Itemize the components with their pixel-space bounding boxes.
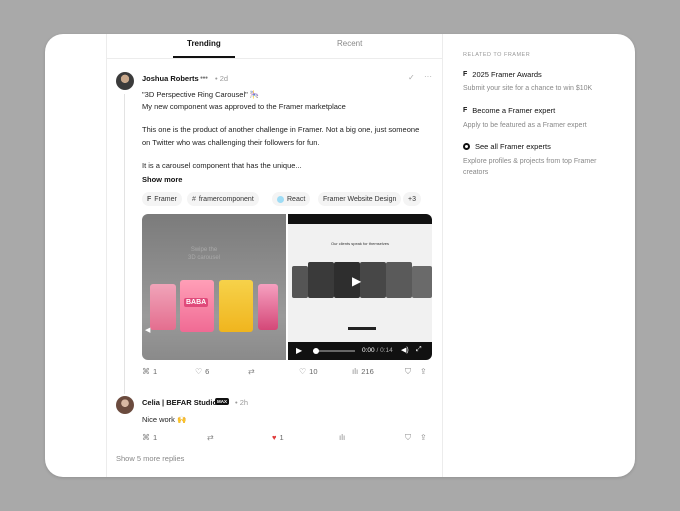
share-icon: ⇪ <box>420 433 427 442</box>
heart-outline-icon: ♡ <box>195 367 203 376</box>
framer-icon: F <box>463 107 468 114</box>
sidebar-item-subtitle: Apply to be featured as a Framer expert <box>463 122 587 129</box>
video-caption: Our clients speak for themselves <box>330 241 390 246</box>
carousel-card-label: BABA <box>184 298 209 307</box>
sidebar-item-subtitle: Explore profiles & projects from top Fra… <box>463 158 597 176</box>
hash-icon: # <box>192 195 196 203</box>
thread-line <box>124 94 125 394</box>
sidebar-item-become-expert[interactable]: F Become a Framer expert <box>463 106 555 115</box>
show-more-replies-link[interactable]: Show 5 more replies <box>116 454 184 463</box>
post-image[interactable]: Swipe the 3D carousel BABA ◀ <box>142 214 286 360</box>
active-tab-indicator <box>173 56 235 58</box>
cursor-icon: ◀ <box>145 327 151 334</box>
share-icon: ⇪ <box>420 367 427 376</box>
pro-badge-icon: ●●● <box>200 75 208 81</box>
post-text-line: My new component was approved to the Fra… <box>142 102 346 111</box>
heart-filled-icon: ♥ <box>272 433 277 442</box>
feed-tabs: Trending Recent <box>107 34 442 59</box>
framer-icon: F <box>463 71 468 78</box>
react-icon <box>277 195 284 203</box>
bookmark-icon: ⛉ <box>405 367 411 376</box>
video-controls: ▶ 0:00 / 0:14 ◀) ⤢ <box>288 342 432 360</box>
carousel-card: BABA <box>180 280 214 332</box>
sidebar-heading: RELATED TO FRAMER <box>463 52 531 58</box>
tag-label: Framer Website Design <box>323 195 397 203</box>
reply-author[interactable]: Celia | BEFAR Studio <box>142 398 217 407</box>
max-badge: MAX <box>215 398 229 405</box>
repost-button[interactable]: ⇄ <box>248 367 255 376</box>
tab-trending[interactable]: Trending <box>187 39 221 48</box>
video-progress-track[interactable] <box>313 350 355 352</box>
fullscreen-icon[interactable]: ⤢ <box>416 346 422 354</box>
tab-recent[interactable]: Recent <box>337 39 362 48</box>
post-text-line: This one is the product of another chall… <box>142 125 420 134</box>
reply-button[interactable]: ⌘ 1 <box>142 367 157 376</box>
like-button[interactable]: ♡ 10 <box>299 367 318 376</box>
framer-icon: F <box>147 195 152 203</box>
bookmark-icon: ⛉ <box>405 433 411 442</box>
avatar[interactable] <box>116 396 134 414</box>
tag-more[interactable]: +3 <box>403 192 421 206</box>
reply-time: • 2h <box>235 398 249 407</box>
carousel-card <box>258 284 278 330</box>
video-card <box>386 262 412 298</box>
like-button[interactable]: ♥ 1 <box>272 433 284 442</box>
reply-button[interactable]: ⌘ 1 <box>142 433 157 442</box>
post-text-line: "3D Perspective Ring Carousel" 🎠 <box>142 90 260 99</box>
views-button[interactable]: ılı 216 <box>352 367 374 376</box>
video-card <box>412 266 432 298</box>
avatar[interactable] <box>116 72 134 90</box>
tag-label: +3 <box>408 195 416 203</box>
feed-column: Trending Recent Joshua Roberts ●●● • 2d … <box>106 34 443 477</box>
check-icon[interactable]: ✓ <box>408 73 415 82</box>
video-scene-bar <box>348 327 376 330</box>
share-button[interactable]: ⇪ <box>420 367 427 376</box>
video-card <box>360 262 386 298</box>
more-options-icon[interactable]: ··· <box>424 72 432 81</box>
share-button[interactable]: ⇪ <box>420 433 427 442</box>
video-card <box>308 262 334 298</box>
reply-text: Nice work 🙌 <box>142 415 187 424</box>
tag-label: React <box>287 195 306 203</box>
chart-icon: ılı <box>339 433 346 442</box>
sidebar-item-see-experts[interactable]: See all Framer experts <box>463 142 551 151</box>
post-time: • 2d <box>215 74 229 83</box>
reply-icon: ⌘ <box>142 367 150 376</box>
reply-icon: ⌘ <box>142 433 150 442</box>
circle-icon <box>463 143 470 150</box>
volume-icon[interactable]: ◀) <box>401 346 409 354</box>
bookmark-button[interactable]: ⛉ <box>405 433 411 443</box>
bookmark-button[interactable]: ⛉ <box>405 367 411 377</box>
tag-framercomponent[interactable]: # framercomponent <box>187 192 259 206</box>
repost-icon: ⇄ <box>248 367 255 376</box>
tag-label: framercomponent <box>198 195 254 203</box>
post-video[interactable]: Our clients speak for themselves ▶ ▶ 0:0… <box>288 214 432 360</box>
video-top-bar <box>288 214 432 224</box>
post-author[interactable]: Joshua Roberts <box>142 74 199 83</box>
video-time: 0:00 / 0:14 <box>362 347 393 354</box>
repost-button[interactable]: ⇄ <box>207 433 214 442</box>
heart-icon: ♡ <box>299 367 307 376</box>
tag-label: Framer <box>154 195 177 203</box>
heart-react-button[interactable]: ♡ 6 <box>195 367 209 376</box>
repost-icon: ⇄ <box>207 433 214 442</box>
video-card <box>292 266 308 298</box>
carousel-card <box>150 284 176 330</box>
chart-icon: ılı <box>352 367 359 376</box>
image-ghost-text: Swipe the 3D carousel <box>188 247 221 261</box>
tag-framer[interactable]: F Framer <box>142 192 182 206</box>
play-overlay-icon[interactable]: ▶ <box>352 274 361 288</box>
post-text-line: It is a carousel component that has the … <box>142 161 302 170</box>
tag-react[interactable]: React <box>272 192 311 206</box>
app-window: Trending Recent Joshua Roberts ●●● • 2d … <box>45 34 635 477</box>
carousel-card <box>219 280 253 332</box>
post-text-line: on Twitter who was challenging their fol… <box>142 138 320 147</box>
sidebar-item-subtitle: Submit your site for a chance to win $10… <box>463 85 593 92</box>
views-button[interactable]: ılı <box>339 433 345 442</box>
sidebar-item-framer-awards[interactable]: F 2025 Framer Awards <box>463 70 542 79</box>
tag-framer-website-design[interactable]: Framer Website Design <box>318 192 402 206</box>
play-icon[interactable]: ▶ <box>296 346 302 355</box>
video-progress-knob[interactable] <box>313 348 319 354</box>
show-more-link[interactable]: Show more <box>142 175 182 184</box>
